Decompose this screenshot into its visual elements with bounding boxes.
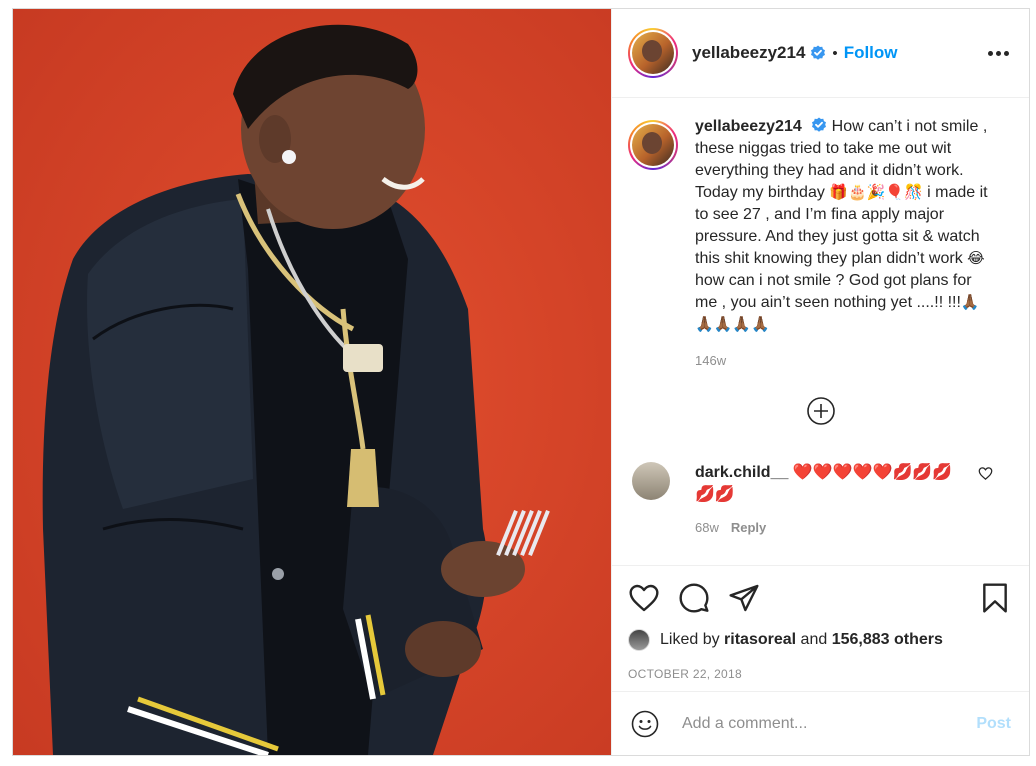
plus-circle-icon[interactable] — [806, 396, 836, 426]
likes-middle: and — [800, 631, 828, 648]
comment-item: dark.child__ ❤️❤️❤️❤️❤️💋💋💋💋💋 68w Reply — [628, 462, 1013, 535]
post-card: yellabeezy214 • Follow yellabeezy214 How… — [12, 8, 1030, 756]
caption-avatar[interactable] — [628, 120, 678, 170]
post-date[interactable]: OCTOBER 22, 2018 — [628, 667, 1013, 681]
add-comment-bar: Post — [612, 691, 1029, 755]
comment-text: dark.child__ ❤️❤️❤️❤️❤️💋💋💋💋💋 — [695, 462, 963, 506]
caption-text-part3: how can i not smile ? God got plans for … — [695, 272, 972, 311]
post-caption: yellabeezy214 How can’t i not smile , th… — [628, 116, 1013, 368]
paper-plane-icon[interactable] — [728, 582, 760, 614]
smiley-icon[interactable] — [630, 709, 660, 739]
follow-button[interactable]: Follow — [844, 43, 898, 63]
bookmark-icon[interactable] — [979, 582, 1011, 614]
post-actions-area: Liked by ritasoreal and 156,883 others O… — [612, 565, 1029, 691]
post-header: yellabeezy214 • Follow — [612, 9, 1029, 98]
post-photo[interactable] — [13, 9, 611, 755]
liker-avatar[interactable] — [628, 629, 650, 651]
verified-badge-icon — [812, 117, 827, 132]
likes-summary: Liked by ritasoreal and 156,883 others — [628, 629, 1013, 651]
post-comment-button[interactable]: Post — [976, 715, 1011, 733]
author-avatar[interactable] — [628, 28, 678, 78]
verified-badge-icon — [811, 45, 826, 60]
header-separator: • — [832, 44, 838, 62]
comments-list[interactable]: yellabeezy214 How can’t i not smile , th… — [612, 98, 1029, 565]
comment-like-heart-icon[interactable] — [978, 466, 993, 481]
caption-username[interactable]: yellabeezy214 — [695, 118, 802, 135]
heart-icon[interactable] — [628, 582, 660, 614]
post-side-panel: yellabeezy214 • Follow yellabeezy214 How… — [611, 9, 1029, 755]
action-bar — [628, 566, 1013, 629]
comment-bubble-icon[interactable] — [678, 582, 710, 614]
likes-count[interactable]: 156,883 others — [832, 631, 943, 649]
commenter-username[interactable]: dark.child__ — [695, 464, 788, 481]
comment-meta: 68w Reply — [695, 520, 963, 535]
caption-text: yellabeezy214 How can’t i not smile , th… — [695, 116, 995, 336]
likes-prefix: Liked by — [660, 631, 720, 648]
author-username[interactable]: yellabeezy214 — [692, 43, 805, 63]
more-options-icon[interactable] — [986, 45, 1011, 62]
comment-input[interactable] — [682, 714, 977, 733]
photo-illustration — [13, 9, 611, 755]
load-more-comments[interactable] — [628, 396, 1013, 426]
reply-button[interactable]: Reply — [731, 520, 766, 535]
caption-emojis-birthday: 🎁🎂🎉🎈🎊 — [829, 184, 923, 201]
caption-timestamp[interactable]: 146w — [695, 353, 995, 368]
liker-username[interactable]: ritasoreal — [724, 631, 796, 649]
caption-emoji-laugh: 😂 — [967, 250, 985, 267]
commenter-avatar[interactable] — [632, 462, 670, 500]
comment-timestamp[interactable]: 68w — [695, 520, 719, 535]
